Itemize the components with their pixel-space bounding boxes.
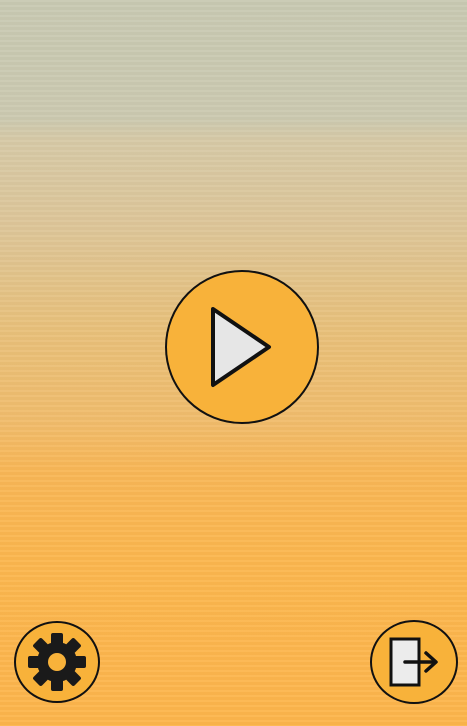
play-icon xyxy=(207,305,277,389)
gear-icon xyxy=(26,631,88,693)
exit-button[interactable] xyxy=(370,620,458,704)
play-button[interactable] xyxy=(165,270,319,424)
main-menu-screen xyxy=(0,0,467,726)
settings-button[interactable] xyxy=(14,621,100,703)
exit-icon xyxy=(385,633,443,691)
